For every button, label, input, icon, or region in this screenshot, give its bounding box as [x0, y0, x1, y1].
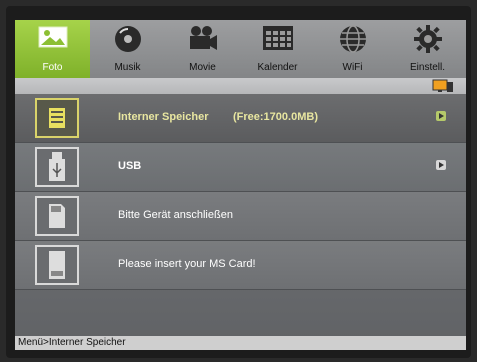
tab-label: WiFi [342, 62, 363, 73]
tab-foto[interactable]: Foto [15, 20, 90, 78]
tab-label: Foto [42, 62, 63, 73]
ms-card-icon [35, 245, 79, 285]
list-item-usb[interactable]: USB [15, 143, 466, 192]
movie-camera-icon [187, 25, 219, 56]
tab-wifi[interactable]: WiFi [315, 20, 390, 78]
list-item-label: Interner Speicher [118, 111, 209, 123]
top-menu: Foto Musik Movie Kalender WiFi Einstell. [15, 20, 466, 78]
tab-label: Einstell. [409, 62, 445, 73]
list-item-label: USB [118, 160, 142, 172]
tab-label: Kalender [257, 62, 298, 73]
sd-card-icon [35, 196, 79, 236]
list-item-label: Please insert your MS Card! [118, 258, 256, 270]
usb-icon [35, 147, 79, 187]
tab-movie[interactable]: Movie [165, 20, 240, 78]
chevron-right-icon [436, 111, 446, 121]
globe-icon [339, 25, 367, 56]
breadcrumb: Menü>Interner Speicher [18, 337, 126, 348]
chevron-right-icon [436, 160, 446, 170]
tab-label: Musik [114, 62, 141, 73]
list-item-sd-card[interactable]: Bitte Gerät anschließen [15, 192, 466, 241]
sub-toolbar [15, 78, 466, 94]
status-bar: Menü>Interner Speicher [15, 336, 466, 350]
screen: Foto Musik Movie Kalender WiFi Einstell.… [15, 20, 466, 350]
gear-icon [413, 25, 442, 56]
free-space-value: (Free:1700.0MB) [233, 111, 318, 123]
memory-chip-icon [35, 98, 79, 138]
music-disc-icon [114, 25, 142, 56]
tab-musik[interactable]: Musik [90, 20, 165, 78]
tab-einstellungen[interactable]: Einstell. [390, 20, 465, 78]
tab-kalender[interactable]: Kalender [240, 20, 315, 78]
calendar-icon [262, 25, 294, 54]
list-item-label: Bitte Gerät anschließen [118, 209, 233, 221]
tab-label: Movie [189, 62, 216, 73]
list-item-ms-card[interactable]: Please insert your MS Card! [15, 241, 466, 290]
photo-icon [38, 25, 68, 52]
list-item-internal-storage[interactable]: Interner Speicher (Free:1700.0MB) [15, 94, 466, 143]
